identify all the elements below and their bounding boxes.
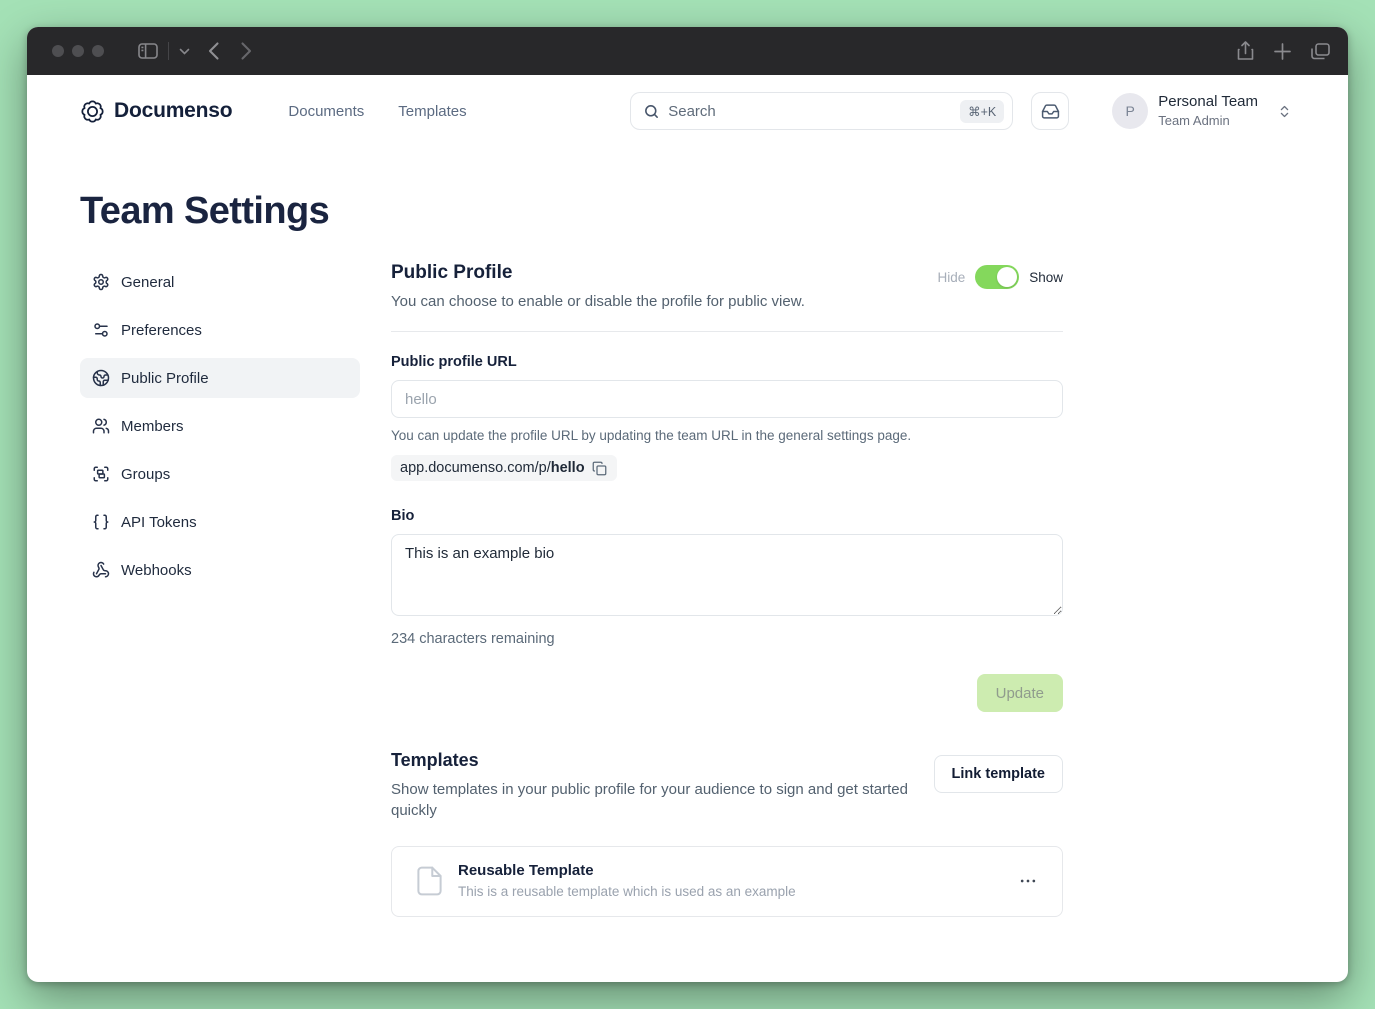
browser-titlebar: [27, 27, 1348, 75]
page-body: Team Settings General: [27, 147, 1348, 917]
public-profile-panel: Public Profile You can choose to enable …: [391, 262, 1063, 917]
search-icon: [643, 103, 660, 120]
gear-icon: [92, 273, 110, 291]
public-url-pill: app.documenso.com/p/hello: [391, 455, 617, 481]
account-name: Personal Team: [1158, 93, 1258, 111]
webhook-icon: [92, 561, 110, 579]
url-helper-text: You can update the profile URL by updati…: [391, 428, 1063, 443]
account-role: Team Admin: [1158, 113, 1258, 129]
settings-sidebar: General Preferences: [80, 262, 360, 917]
search-shortcut-badge: ⌘+K: [960, 100, 1004, 123]
sidebar-item-api-tokens[interactable]: API Tokens: [80, 502, 360, 542]
url-field-label: Public profile URL: [391, 354, 1063, 370]
tab-overview-icon[interactable]: [1311, 43, 1330, 60]
sidebar-item-members[interactable]: Members: [80, 406, 360, 446]
update-button[interactable]: Update: [977, 674, 1063, 712]
sidebar-item-label: Preferences: [121, 322, 202, 339]
sidebar-toggle-icon[interactable]: [138, 43, 158, 59]
toggle-hide-label: Hide: [937, 270, 965, 285]
globe-icon: [92, 369, 110, 387]
new-tab-icon[interactable]: [1274, 43, 1291, 60]
bio-textarea[interactable]: This is an example bio: [391, 534, 1063, 616]
page-title: Team Settings: [80, 190, 1292, 233]
template-description: This is a reusable template which is use…: [458, 884, 796, 900]
sliders-icon: [92, 321, 110, 339]
avatar: P: [1112, 93, 1148, 129]
template-title: Reusable Template: [458, 862, 796, 880]
close-window-button[interactable]: [52, 45, 64, 57]
section-divider: [391, 331, 1063, 332]
sidebar-item-label: Public Profile: [121, 370, 209, 387]
sidebar-item-webhooks[interactable]: Webhooks: [80, 550, 360, 590]
switch-knob: [997, 267, 1017, 287]
chevron-down-icon[interactable]: [179, 48, 190, 55]
inbox-button[interactable]: [1031, 92, 1069, 130]
bio-field-label: Bio: [391, 508, 1063, 524]
profile-visibility-switch[interactable]: [975, 265, 1019, 289]
sidebar-item-label: Groups: [121, 466, 170, 483]
public-profile-url-input[interactable]: [391, 380, 1063, 418]
documenso-seal-icon: [80, 99, 105, 124]
brand-name: Documenso: [114, 99, 232, 123]
file-icon: [416, 866, 443, 896]
sidebar-item-label: Webhooks: [121, 562, 192, 579]
sidebar-item-label: API Tokens: [121, 514, 197, 531]
group-icon: [92, 465, 110, 483]
templates-heading: Templates: [391, 750, 934, 771]
minimize-window-button[interactable]: [72, 45, 84, 57]
search-bar[interactable]: ⌘+K: [630, 92, 1013, 130]
back-button[interactable]: [208, 42, 219, 60]
toggle-show-label: Show: [1029, 270, 1063, 285]
templates-description: Show templates in your public profile fo…: [391, 779, 934, 822]
app-header: Documenso Documents Templates ⌘+K: [27, 75, 1348, 147]
copy-icon[interactable]: [592, 461, 607, 476]
browser-window: Documenso Documents Templates ⌘+K: [27, 27, 1348, 982]
sidebar-item-label: General: [121, 274, 174, 291]
link-template-button[interactable]: Link template: [934, 755, 1063, 793]
nav-templates[interactable]: Templates: [398, 103, 466, 120]
profile-visibility-toggle-group: Hide Show: [937, 265, 1063, 289]
sidebar-item-groups[interactable]: Groups: [80, 454, 360, 494]
chevrons-up-down-icon: [1277, 104, 1292, 119]
zoom-window-button[interactable]: [92, 45, 104, 57]
titlebar-divider: [168, 42, 169, 60]
search-input[interactable]: [668, 103, 952, 120]
sidebar-item-public-profile[interactable]: Public Profile: [80, 358, 360, 398]
braces-icon: [92, 513, 110, 531]
account-menu[interactable]: P Personal Team Team Admin: [1112, 93, 1292, 129]
url-prefix: app.documenso.com/p/: [400, 460, 551, 476]
window-controls: [52, 45, 104, 57]
sidebar-item-label: Members: [121, 418, 184, 435]
users-icon: [92, 417, 110, 435]
share-icon[interactable]: [1237, 41, 1254, 61]
characters-remaining: 234 characters remaining: [391, 631, 1063, 647]
forward-button[interactable]: [241, 42, 252, 60]
more-options-icon[interactable]: [1018, 871, 1038, 891]
nav-documents[interactable]: Documents: [288, 103, 364, 120]
main-nav: Documents Templates: [288, 103, 466, 120]
section-description: You can choose to enable or disable the …: [391, 293, 805, 310]
sidebar-item-general[interactable]: General: [80, 262, 360, 302]
inbox-icon: [1041, 102, 1060, 121]
brand-logo[interactable]: Documenso: [80, 99, 232, 124]
url-slug: hello: [551, 460, 585, 476]
section-heading: Public Profile: [391, 262, 805, 284]
template-card: Reusable Template This is a reusable tem…: [391, 846, 1063, 917]
sidebar-item-preferences[interactable]: Preferences: [80, 310, 360, 350]
